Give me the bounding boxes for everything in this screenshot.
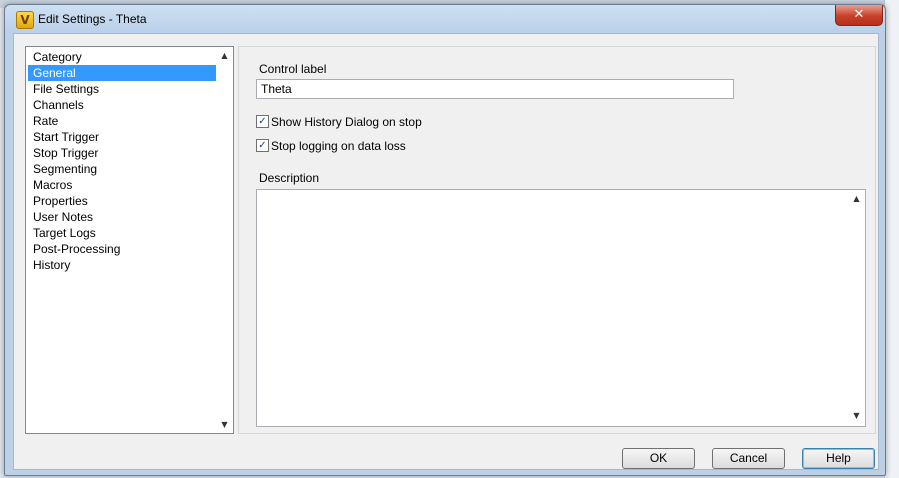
- category-scrollbar[interactable]: ▲ ▼: [216, 47, 233, 433]
- list-item[interactable]: General: [28, 65, 220, 81]
- list-item[interactable]: User Notes: [28, 209, 220, 225]
- list-item[interactable]: Target Logs: [28, 225, 220, 241]
- control-label-caption: Control label: [259, 62, 327, 76]
- list-item[interactable]: Stop Trigger: [28, 145, 220, 161]
- app-logo-icon: V: [16, 11, 34, 29]
- list-item[interactable]: History: [28, 257, 220, 273]
- show-history-label: Show History Dialog on stop: [271, 115, 422, 129]
- control-label-input[interactable]: Theta: [256, 79, 734, 99]
- window-title: Edit Settings - Theta: [38, 12, 147, 26]
- list-item[interactable]: Channels: [28, 97, 220, 113]
- list-item[interactable]: Macros: [28, 177, 220, 193]
- stop-logging-label: Stop logging on data loss: [271, 139, 406, 153]
- scroll-down-arrow-icon[interactable]: ▼: [848, 407, 865, 424]
- scroll-up-arrow-icon[interactable]: ▲: [216, 47, 233, 64]
- description-scrollbar[interactable]: ▲ ▼: [848, 190, 865, 424]
- list-item[interactable]: Properties: [28, 193, 220, 209]
- scroll-up-arrow-icon[interactable]: ▲: [848, 190, 865, 207]
- scroll-down-arrow-icon[interactable]: ▼: [216, 416, 233, 433]
- list-item[interactable]: Segmenting: [28, 161, 220, 177]
- edit-settings-dialog: V Edit Settings - Theta ✕ Category Gener…: [4, 4, 886, 476]
- list-item[interactable]: Rate: [28, 113, 220, 129]
- list-item[interactable]: Post-Processing: [28, 241, 220, 257]
- dialog-content: Category General File Settings Channels …: [13, 33, 879, 470]
- show-history-checkbox[interactable]: ✓: [256, 115, 269, 128]
- description-textarea[interactable]: [256, 189, 866, 427]
- background-app-panel: [884, 0, 899, 478]
- stop-logging-checkbox[interactable]: ✓: [256, 139, 269, 152]
- ok-button[interactable]: OK: [622, 448, 695, 469]
- cancel-button[interactable]: Cancel: [712, 448, 785, 469]
- category-list[interactable]: Category General File Settings Channels …: [25, 46, 234, 434]
- help-button[interactable]: Help: [802, 448, 875, 469]
- list-item[interactable]: Category: [28, 49, 220, 65]
- description-caption: Description: [259, 171, 320, 185]
- list-item[interactable]: Start Trigger: [28, 129, 220, 145]
- list-item[interactable]: File Settings: [28, 81, 220, 97]
- title-bar[interactable]: V Edit Settings - Theta ✕: [5, 5, 885, 33]
- close-button[interactable]: ✕: [835, 5, 883, 26]
